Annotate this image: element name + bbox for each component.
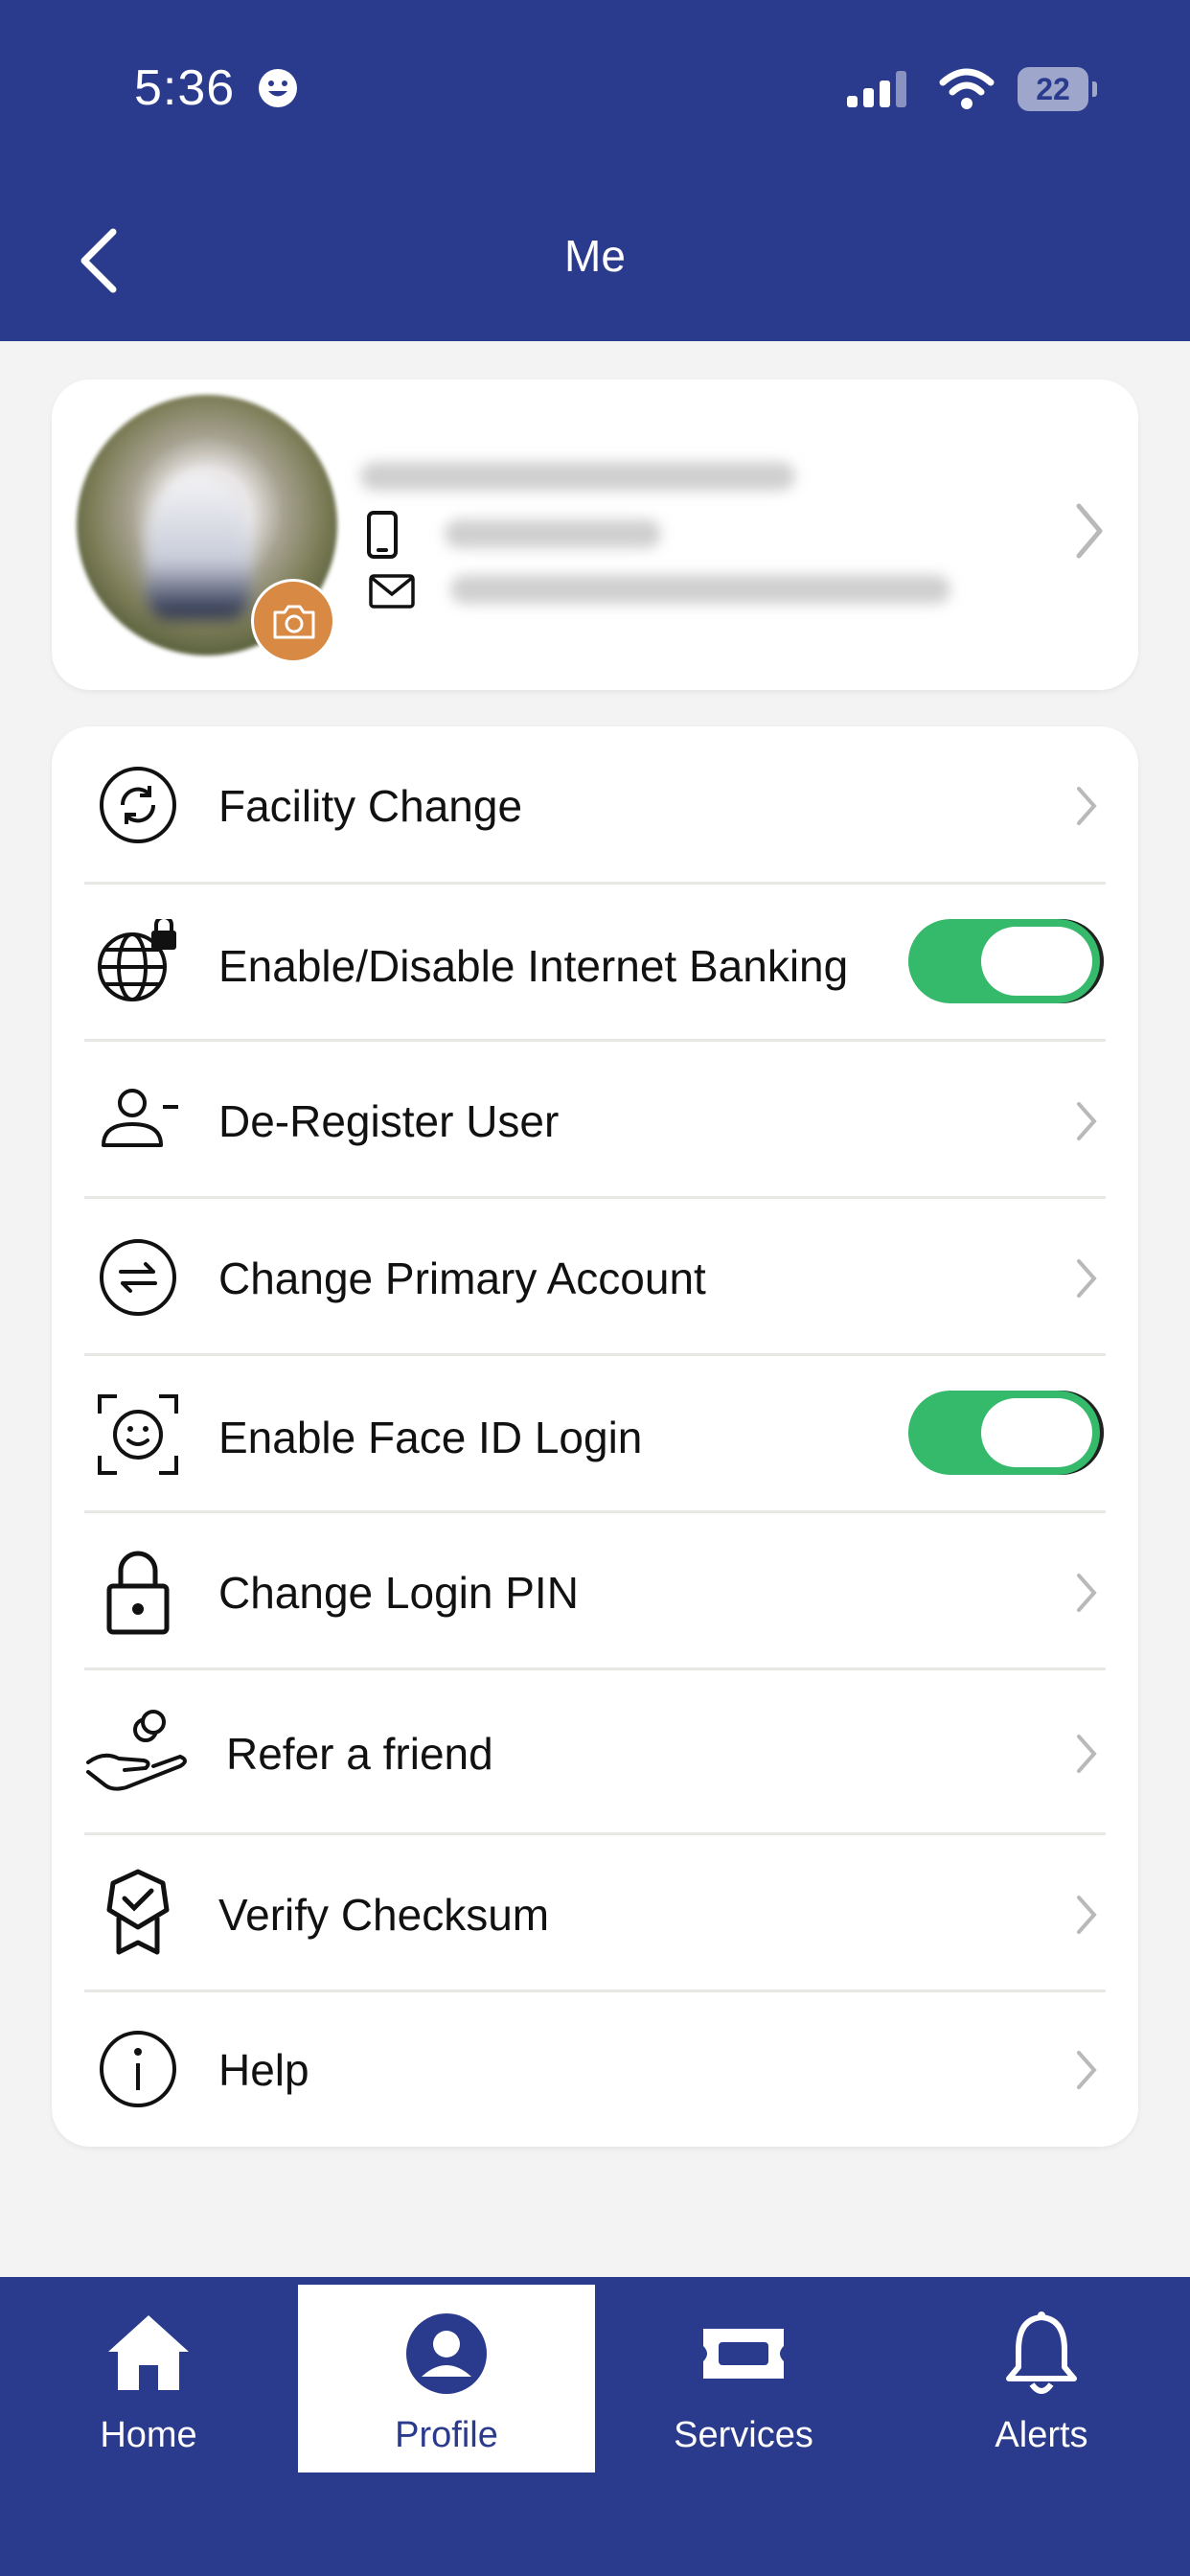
menu-item-verify-checksum[interactable]: Verify Checksum [84, 1835, 1106, 1990]
menu-item-refer-friend[interactable]: Refer a friend [84, 1670, 1106, 1833]
menu-item-label: Verify Checksum [218, 1890, 550, 1940]
tab-label: Alerts [995, 2415, 1088, 2455]
redacted-email [450, 575, 950, 604]
redacted-phone [445, 519, 661, 548]
bell-icon [1006, 2312, 1077, 2394]
chevron-right-icon [1077, 1259, 1097, 1298]
menu-item-label: Enable Face ID Login [218, 1413, 643, 1462]
menu-item-deregister-user[interactable]: De-Register User [84, 1042, 1106, 1197]
menu-item-label: Help [218, 2045, 309, 2095]
menu-item-label: De-Register User [218, 1096, 560, 1146]
menu-item-change-login-pin[interactable]: Change Login PIN [84, 1513, 1106, 1668]
signal-icon [847, 71, 906, 107]
change-photo-button[interactable] [251, 579, 335, 663]
chevron-right-icon[interactable] [1069, 500, 1108, 562]
tab-profile[interactable]: Profile [298, 2285, 595, 2472]
menu-item-help[interactable]: Help [84, 1992, 1106, 2148]
avatar-photo [146, 475, 251, 619]
chevron-right-icon [1077, 1735, 1097, 1773]
battery-icon: 22 [1018, 67, 1097, 111]
wifi-icon [939, 68, 995, 109]
sync-icon [100, 767, 176, 843]
profile-card[interactable] [52, 380, 1138, 690]
badge-check-icon [106, 1869, 170, 1955]
mail-icon [369, 574, 415, 609]
page-title: Me [564, 231, 626, 281]
tab-alerts[interactable]: Alerts [893, 2285, 1190, 2472]
ticket-icon [703, 2329, 784, 2379]
menu-item-face-id-login[interactable]: Enable Face ID Login [84, 1356, 1106, 1511]
hand-coins-icon [86, 1710, 187, 1791]
home-icon [108, 2315, 189, 2390]
menu-item-label: Refer a friend [226, 1729, 493, 1779]
status-icons: 22 [847, 63, 1097, 117]
menu-item-label: Change Primary Account [218, 1254, 706, 1303]
internet-banking-toggle[interactable] [908, 919, 1104, 1003]
menu-item-label: Enable/Disable Internet Banking [218, 941, 849, 991]
menu-item-label: Change Login PIN [218, 1568, 579, 1618]
settings-menu: Facility Change Enable/Disable Internet … [52, 726, 1138, 2147]
menu-item-label: Facility Change [218, 781, 523, 831]
chevron-right-icon [1077, 1574, 1097, 1612]
camera-icon [273, 605, 315, 639]
bottom-tab-bar: Home Profile Services Alerts [0, 2277, 1190, 2576]
menu-item-facility-change[interactable]: Facility Change [84, 726, 1106, 884]
lock-icon [106, 1551, 170, 1635]
profile-icon [406, 2313, 487, 2394]
chevron-right-icon [1077, 1896, 1097, 1934]
tab-label: Home [100, 2415, 197, 2455]
chevron-right-icon [1077, 2051, 1097, 2089]
menu-item-internet-banking[interactable]: Enable/Disable Internet Banking [84, 885, 1106, 1040]
face-id-icon [98, 1394, 178, 1475]
battery-level: 22 [1036, 72, 1070, 106]
status-time: 5:36 [134, 60, 236, 116]
tab-services[interactable]: Services [595, 2285, 892, 2472]
phone-icon [367, 511, 398, 559]
chevron-right-icon [1077, 787, 1097, 825]
top-bar: 5:36 22 Me [0, 0, 1190, 341]
globe-lock-icon [98, 919, 176, 1001]
user-remove-icon [102, 1089, 178, 1147]
tab-label: Services [674, 2415, 813, 2455]
face-id-toggle[interactable] [908, 1391, 1104, 1475]
swap-arrows-icon [100, 1239, 176, 1316]
redacted-name [360, 462, 795, 491]
chevron-right-icon [1077, 1102, 1097, 1140]
menu-item-change-primary-account[interactable]: Change Primary Account [84, 1199, 1106, 1354]
tab-label: Profile [395, 2415, 498, 2455]
tab-home[interactable]: Home [0, 2285, 297, 2472]
info-icon [100, 2031, 176, 2107]
smiley-status-icon [259, 69, 297, 107]
